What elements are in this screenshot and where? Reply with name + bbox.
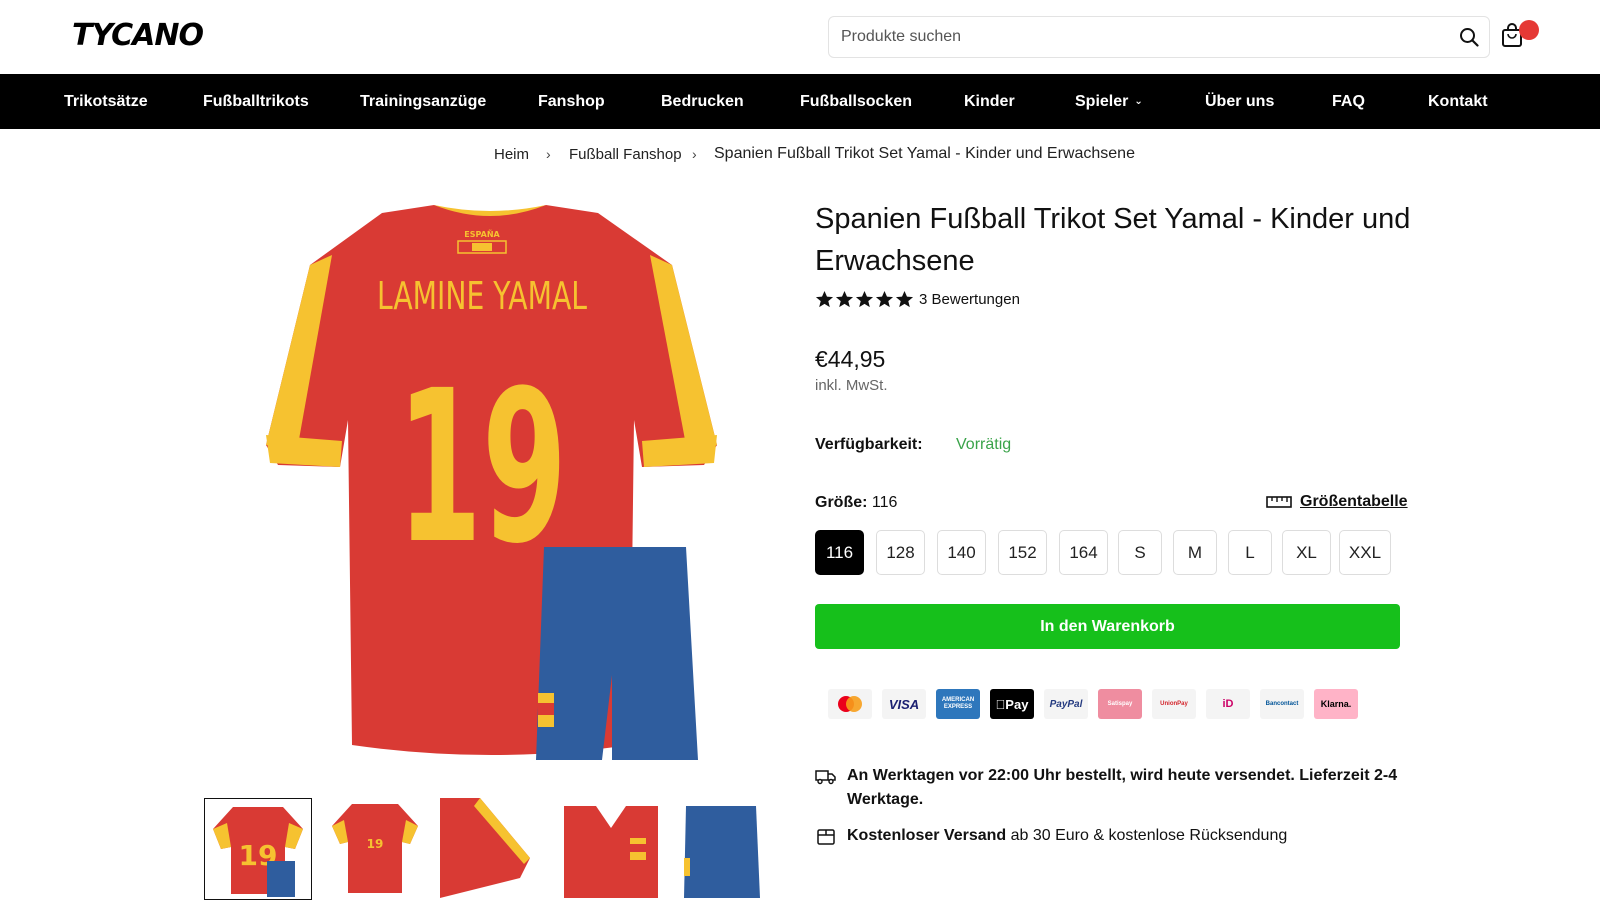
satispay-icon: Satispay <box>1098 689 1142 719</box>
size-option-116[interactable]: 116 <box>815 530 864 575</box>
chevron-down-icon: ⌄ <box>1134 96 1143 108</box>
review-count[interactable]: 3 Bewertungen <box>919 291 1020 308</box>
shipping-info-free: Kostenloser Versand ab 30 Euro & kostenl… <box>815 824 1400 848</box>
ruler-icon <box>1266 496 1292 508</box>
truck-icon <box>815 770 836 785</box>
size-option-xxl[interactable]: XXL <box>1339 530 1391 575</box>
size-chart-link[interactable]: Größentabelle <box>1266 493 1408 511</box>
free-shipping-label: Kostenloser Versand <box>847 827 1007 844</box>
search-input[interactable] <box>829 17 1449 57</box>
rating-stars <box>815 290 914 309</box>
product-main-image[interactable]: ESPAÑA LAMINE YAMAL 19 <box>262 205 722 777</box>
size-label-text: Größe: <box>815 494 868 511</box>
bancontact-icon: Bancontact <box>1260 689 1304 719</box>
product-price: €44,95 <box>815 346 886 372</box>
nav-item-ueber-uns[interactable]: Über uns <box>1205 74 1274 129</box>
star-icon <box>875 290 894 308</box>
chevron-right-icon: › <box>692 146 697 162</box>
nav-item-bedrucken[interactable]: Bedrucken <box>661 74 744 129</box>
paypal-icon: PayPal <box>1044 689 1088 719</box>
breadcrumb: Heim › Fußball Fanshop › Spanien Fußball… <box>0 145 1600 168</box>
product-rating[interactable]: 3 Bewertungen <box>815 290 1020 309</box>
free-shipping-detail: ab 30 Euro & kostenlose Rücksendung <box>1006 827 1288 844</box>
unionpay-icon: UnionPay <box>1152 689 1196 719</box>
size-option-140[interactable]: 140 <box>937 530 986 575</box>
thumbnail-3[interactable] <box>440 798 548 900</box>
breadcrumb-home[interactable]: Heim <box>494 146 529 163</box>
size-option-m[interactable]: M <box>1173 530 1217 575</box>
star-icon <box>855 290 874 308</box>
product-title: Spanien Fußball Trikot Set Yamal - Kinde… <box>815 203 1411 277</box>
amex-icon: AMERICAN EXPRESS <box>936 689 980 719</box>
add-to-cart-button[interactable]: In den Warenkorb <box>815 604 1400 649</box>
nav-item-faq[interactable]: FAQ <box>1332 74 1365 129</box>
jersey-name-text: LAMINE YAMAL <box>377 274 587 318</box>
size-label: Größe: 116 <box>815 494 897 512</box>
size-option-128[interactable]: 128 <box>876 530 925 575</box>
size-option-s[interactable]: S <box>1118 530 1162 575</box>
box-icon <box>817 829 835 845</box>
size-chart-label: Größentabelle <box>1300 493 1408 510</box>
thumbnail-4[interactable] <box>558 798 666 900</box>
nav-item-kontakt[interactable]: Kontakt <box>1428 74 1488 129</box>
star-icon <box>835 290 854 308</box>
size-option-164[interactable]: 164 <box>1059 530 1108 575</box>
size-option-152[interactable]: 152 <box>998 530 1047 575</box>
nav-item-fussballsocken[interactable]: Fußballsocken <box>800 74 912 129</box>
tax-note: inkl. MwSt. <box>815 377 888 394</box>
main-navigation: Trikotsätze Fußballtrikots Trainingsanzü… <box>0 74 1600 129</box>
visa-icon: VISA <box>882 689 926 719</box>
shipping-info-dispatch: An Werktagen vor 22:00 Uhr bestellt, wir… <box>815 764 1400 812</box>
klarna-icon: Klarna. <box>1314 689 1358 719</box>
logo[interactable]: TYCANO <box>72 18 204 53</box>
nav-item-fussballtrikots[interactable]: Fußballtrikots <box>203 74 309 129</box>
thumbnail-5[interactable] <box>676 798 784 900</box>
apple-pay-icon: Pay <box>990 689 1034 719</box>
nav-item-fanshop[interactable]: Fanshop <box>538 74 605 129</box>
nav-item-trikotsaetze[interactable]: Trikotsätze <box>64 74 148 129</box>
site-header: TYCANO <box>0 0 1600 74</box>
cart-count-badge <box>1519 20 1539 40</box>
chevron-right-icon: › <box>546 146 551 162</box>
thumbnail-2[interactable]: 19 <box>322 798 430 900</box>
shipping-dispatch-text: An Werktagen vor 22:00 Uhr bestellt, wir… <box>847 767 1398 808</box>
nav-item-kinder[interactable]: Kinder <box>964 74 1015 129</box>
star-icon <box>815 290 834 308</box>
svg-text:19: 19 <box>367 837 384 851</box>
search-bar <box>828 16 1490 58</box>
ideal-icon: iD <box>1206 689 1250 719</box>
jersey-badge-text: ESPAÑA <box>464 229 500 239</box>
size-selected-value: 116 <box>871 494 898 511</box>
nav-item-spieler[interactable]: Spieler ⌄ <box>1075 74 1143 129</box>
breadcrumb-current: Spanien Fußball Trikot Set Yamal - Kinde… <box>714 145 1135 162</box>
availability-label: Verfügbarkeit: <box>815 436 923 453</box>
apple-pay-label: Pay <box>1000 696 1028 712</box>
nav-item-trainingsanzuege[interactable]: Trainingsanzüge <box>360 74 486 129</box>
search-icon[interactable] <box>1449 17 1489 57</box>
apple-icon:  <box>996 697 1006 712</box>
size-option-l[interactable]: L <box>1228 530 1272 575</box>
nav-item-spieler-label: Spieler <box>1075 93 1129 110</box>
thumbnail-1[interactable]: 19 <box>204 798 312 900</box>
star-icon <box>895 290 914 308</box>
size-option-xl[interactable]: XL <box>1282 530 1331 575</box>
mastercard-icon <box>828 689 872 719</box>
jersey-number-text: 19 <box>397 345 567 590</box>
breadcrumb-category[interactable]: Fußball Fanshop <box>569 146 682 163</box>
availability-status: Vorrätig <box>956 436 1012 453</box>
